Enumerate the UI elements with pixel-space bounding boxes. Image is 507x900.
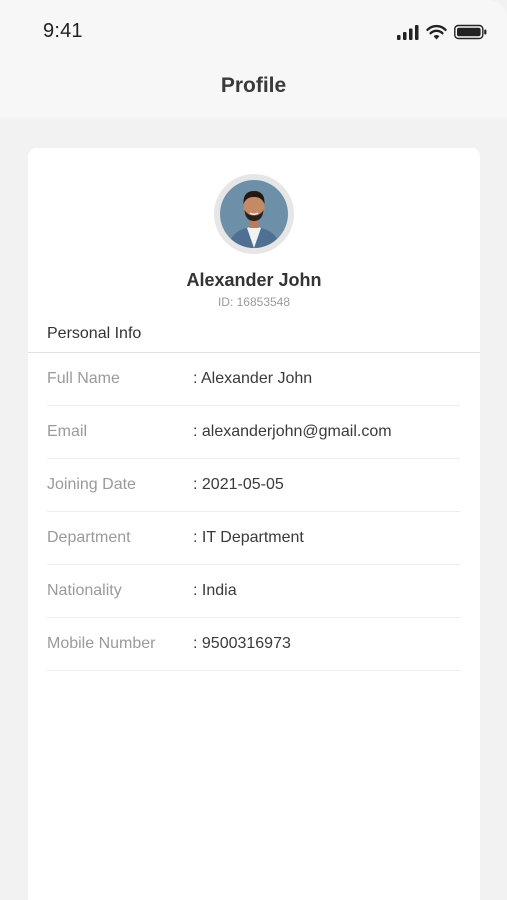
info-row-nationality: Nationality : India [47, 565, 460, 618]
wifi-icon [426, 24, 447, 40]
info-value: : IT Department [193, 529, 304, 546]
status-icons [397, 22, 487, 42]
info-row-joining-date: Joining Date : 2021-05-05 [47, 459, 460, 512]
info-value[interactable]: : alexanderjohn@gmail.com [193, 423, 392, 441]
info-label: Department [47, 529, 131, 546]
signal-icon [397, 25, 419, 40]
info-label: Full Name [47, 370, 120, 387]
section-title-personal-info: Personal Info [47, 325, 142, 342]
status-time: 9:41 [43, 20, 83, 42]
info-row-department: Department : IT Department [47, 512, 460, 565]
user-name: Alexander John [186, 270, 322, 290]
avatar-frame [214, 174, 294, 254]
info-label: Nationality [47, 582, 122, 599]
battery-icon [454, 24, 487, 40]
info-row-email: Email : alexanderjohn@gmail.com [47, 406, 460, 459]
info-label: Joining Date [47, 476, 136, 493]
info-row-mobile-number: Mobile Number : 9500316973 [47, 618, 460, 671]
personal-info-list: Full Name : Alexander John Email : alexa… [47, 353, 460, 671]
profile-screen: 9:41 Profile Alexander John ID: 16853548… [0, 0, 507, 900]
info-label: Mobile Number [47, 635, 156, 652]
info-value: : Alexander John [193, 370, 313, 387]
user-id: ID: 16853548 [217, 295, 291, 309]
info-value: : India [193, 582, 237, 599]
info-value: : 2021-05-05 [193, 476, 284, 493]
info-label: Email [47, 423, 88, 440]
info-value[interactable]: : 9500316973 [193, 635, 291, 653]
profile-card: Alexander John ID: 16853548 Personal Inf… [28, 148, 480, 900]
page-title: Profile [220, 74, 287, 97]
top-bar: 9:41 Profile [0, 0, 507, 118]
info-row-full-name: Full Name : Alexander John [47, 353, 460, 406]
avatar[interactable] [220, 180, 288, 248]
